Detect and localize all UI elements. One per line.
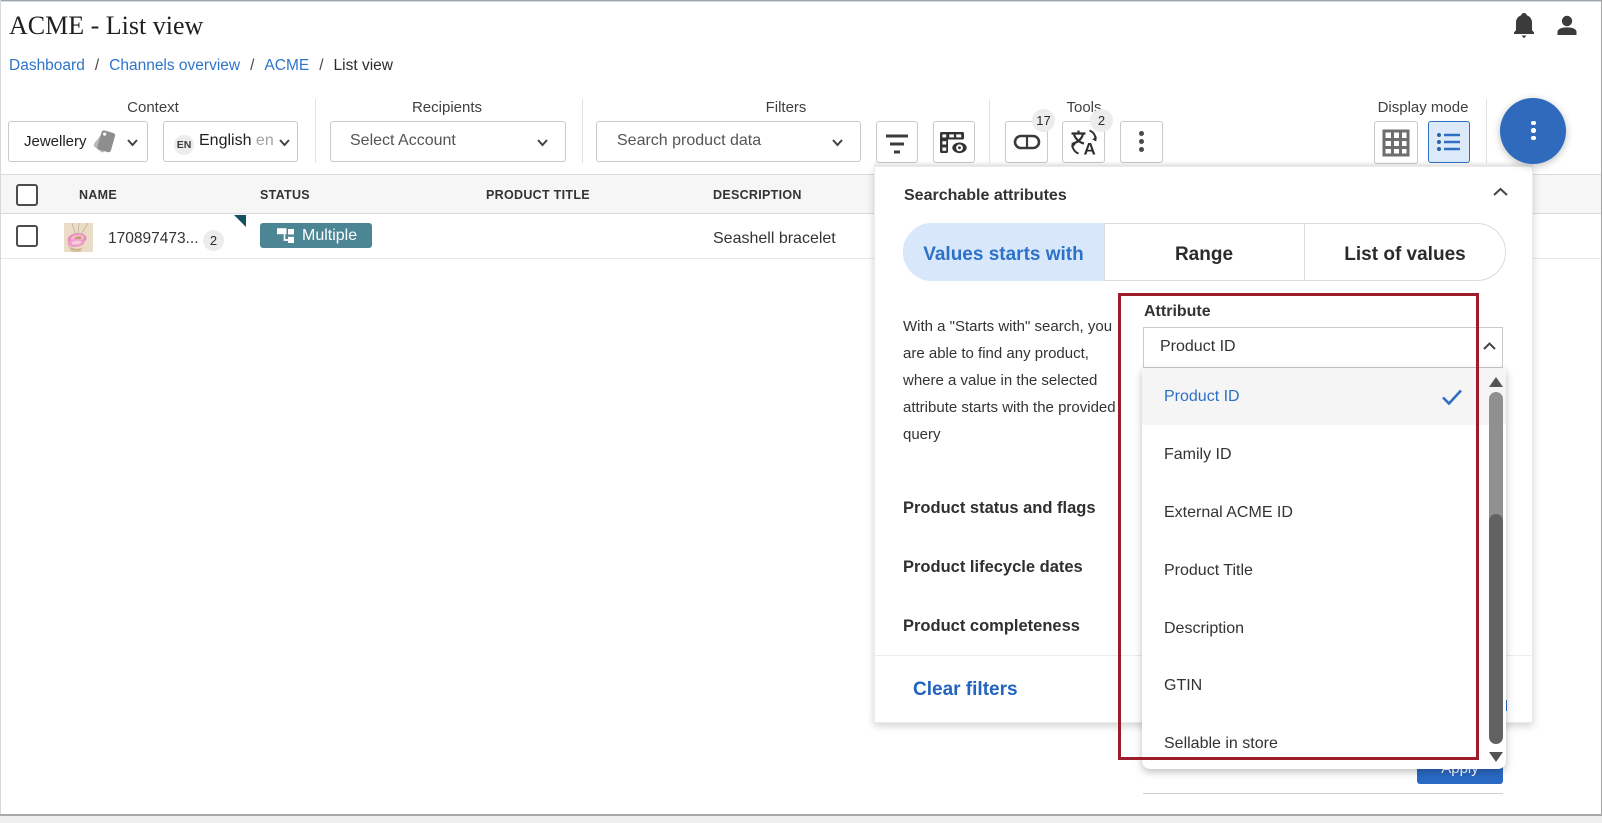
svg-text:A: A: [1084, 140, 1096, 159]
